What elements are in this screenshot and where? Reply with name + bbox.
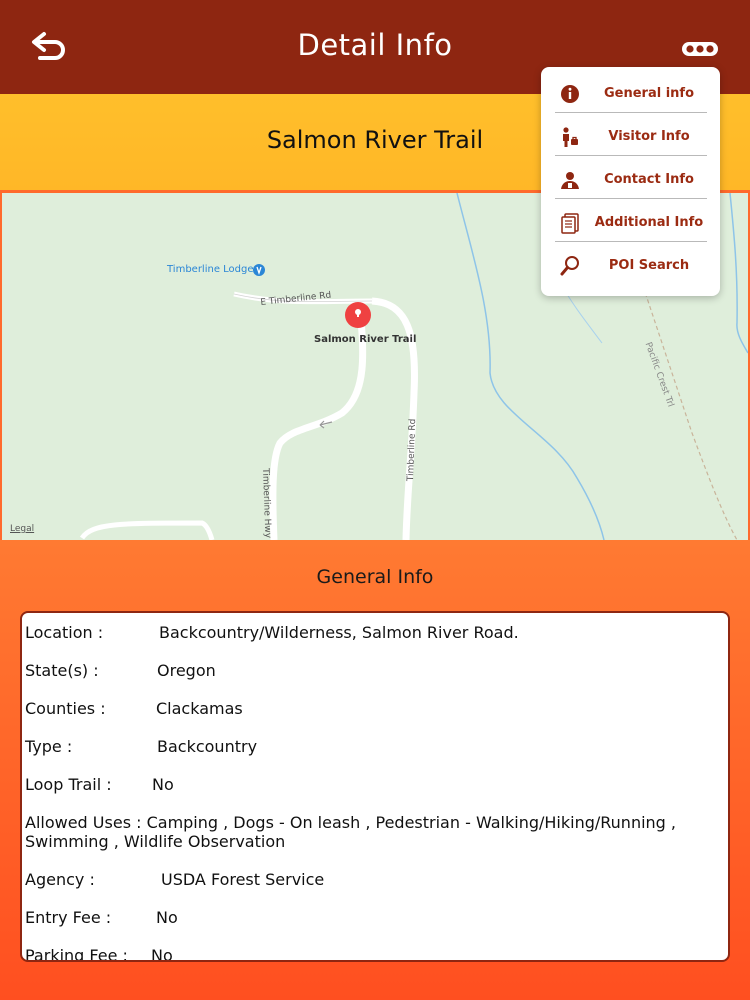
menu-item-contact-info[interactable]: Contact Info: [555, 159, 707, 199]
type-value: Backcountry: [157, 737, 258, 756]
menu-label: Additional Info: [594, 215, 704, 230]
loop-label: Loop Trail :: [25, 775, 112, 794]
map-legal-link[interactable]: Legal: [10, 524, 34, 534]
info-row-type: Type : Backcountry: [25, 737, 257, 756]
more-dots-icon: [682, 42, 718, 56]
lodge-label[interactable]: Timberline Lodge: [167, 264, 254, 275]
agency-label: Agency :: [25, 870, 95, 889]
info-icon: [561, 85, 579, 103]
state-label: State(s) :: [25, 661, 99, 680]
menu-label: POI Search: [608, 258, 690, 273]
road-lower: [79, 520, 215, 540]
menu-label: Contact Info: [604, 172, 694, 187]
document-icon: [561, 213, 579, 234]
menu-item-visitor-info[interactable]: Visitor Info: [555, 116, 707, 156]
info-card: Location : Backcountry/Wilderness, Salmo…: [20, 611, 730, 962]
parking-fee-label: Parking Fee :: [25, 946, 128, 962]
info-row-state: State(s) : Oregon: [25, 661, 216, 680]
menu-item-additional-info[interactable]: Additional Info: [555, 202, 707, 242]
page-title: Detail Info: [297, 28, 453, 62]
menu-item-general-info[interactable]: General info: [555, 73, 707, 113]
info-row-agency: Agency : USDA Forest Service: [25, 870, 324, 889]
location-pin-icon: [345, 302, 371, 328]
info-row-allowed-uses: Allowed Uses : Camping , Dogs - On leash…: [25, 813, 676, 851]
marker-label[interactable]: Salmon River Trail: [314, 334, 416, 345]
agency-value: USDA Forest Service: [161, 870, 325, 889]
search-icon: [560, 256, 579, 276]
entry-fee-value: No: [156, 908, 178, 927]
location-value: Backcountry/Wilderness, Salmon River Roa…: [159, 623, 519, 642]
type-label: Type :: [25, 737, 73, 756]
info-row-loop: Loop Trail : No: [25, 775, 174, 794]
menu-item-poi-search[interactable]: POI Search: [555, 245, 707, 285]
counties-label: Counties :: [25, 699, 106, 718]
menu-label: General info: [603, 86, 695, 101]
section-heading: General Info: [316, 566, 434, 588]
more-menu-button[interactable]: [680, 36, 722, 62]
loop-value: No: [152, 775, 174, 794]
pacific-crest-trail: [631, 252, 738, 540]
state-value: Oregon: [157, 661, 216, 680]
menu-label: Visitor Info: [608, 129, 690, 144]
options-dropdown-menu: General info Visitor Info Contact Info A…: [541, 67, 720, 296]
stream: [729, 193, 748, 354]
contact-icon: [561, 172, 579, 189]
entry-fee-label: Entry Fee :: [25, 908, 112, 927]
location-label: Location :: [25, 623, 104, 642]
parking-fee-value: No: [151, 946, 173, 962]
visitor-icon: [563, 127, 578, 147]
info-row-parking-fee: Parking Fee : No: [25, 946, 173, 962]
info-row-counties: Counties : Clackamas: [25, 699, 243, 718]
info-row-location: Location : Backcountry/Wilderness, Salmo…: [25, 623, 519, 642]
info-row-entry-fee: Entry Fee : No: [25, 908, 178, 927]
counties-value: Clackamas: [156, 699, 243, 718]
